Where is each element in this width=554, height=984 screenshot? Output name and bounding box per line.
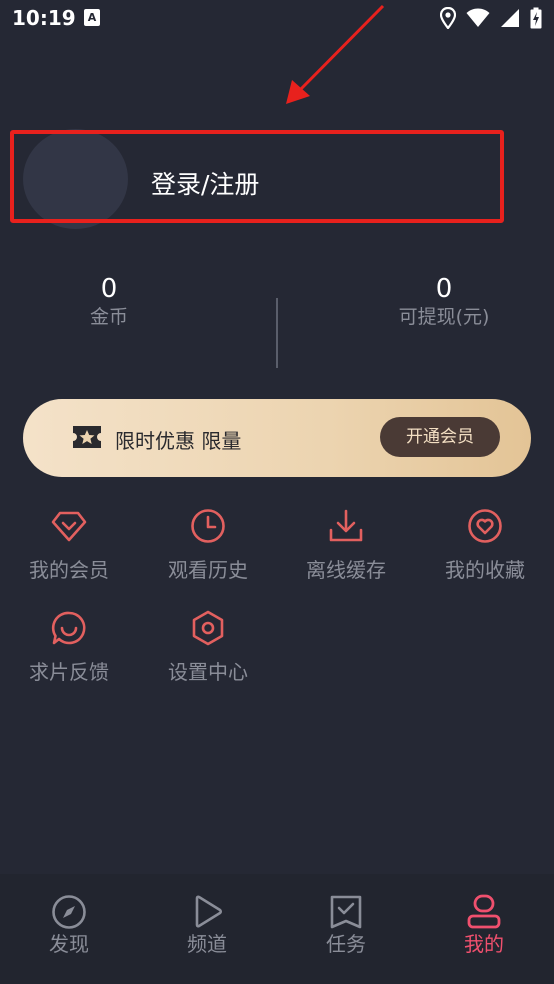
status-bar: 10:19 A [0,0,554,38]
status-icons [440,7,542,29]
notification-icon: A [84,9,100,26]
tab-tasks[interactable]: 任务 [301,894,391,956]
play-icon [195,895,223,928]
cash-stat[interactable]: 0 可提现(元) [384,274,504,330]
feature-label: 我的会员 [29,558,109,582]
coins-label: 金币 [89,306,128,328]
cash-label: 可提现(元) [398,306,490,328]
vip-promo-text: 限时优惠 限量 [115,429,242,453]
vip-promo-banner[interactable]: 限时优惠 限量 开通会员 [23,399,531,477]
bottom-tab-bar: 发现 频道 任务 我的 [0,874,554,984]
feature-label: 求片反馈 [29,660,109,684]
tab-label: 发现 [49,932,89,956]
task-icon [330,895,362,929]
feature-my-membership[interactable]: 我的会员 [9,508,129,582]
settings-icon [192,610,224,646]
clock-icon [191,509,225,543]
user-icon [467,894,501,929]
heart-icon [468,509,502,543]
feature-label: 离线缓存 [306,558,386,582]
diamond-icon [51,511,87,542]
feature-request-feedback[interactable]: 求片反馈 [9,610,129,684]
coins-stat[interactable]: 0 金币 [69,274,149,330]
status-time: 10:19 [12,6,76,30]
feature-label: 设置中心 [168,660,248,684]
feedback-icon [51,611,86,645]
ticket-star-icon [73,426,101,448]
tab-label: 任务 [326,932,366,956]
annotation-highlight-box [10,130,504,223]
tab-label: 我的 [464,932,504,956]
download-icon [329,509,363,542]
feature-offline-cache[interactable]: 离线缓存 [286,508,406,582]
feature-label: 我的收藏 [445,558,525,582]
feature-my-favorites[interactable]: 我的收藏 [425,508,545,582]
battery-icon [530,7,542,29]
signal-icon [501,9,519,27]
wifi-icon [466,8,490,27]
tab-mine[interactable]: 我的 [439,894,529,956]
tab-channel[interactable]: 频道 [162,894,252,956]
stats-divider [276,298,278,368]
feature-label: 观看历史 [168,558,248,582]
cash-value: 0 [435,274,453,304]
open-vip-button[interactable]: 开通会员 [380,417,500,457]
compass-icon [52,895,86,929]
coins-value: 0 [100,274,118,304]
feature-watch-history[interactable]: 观看历史 [148,508,268,582]
location-icon [440,7,456,29]
tab-label: 频道 [187,932,227,956]
tab-discover[interactable]: 发现 [24,894,114,956]
feature-settings-center[interactable]: 设置中心 [148,610,268,684]
